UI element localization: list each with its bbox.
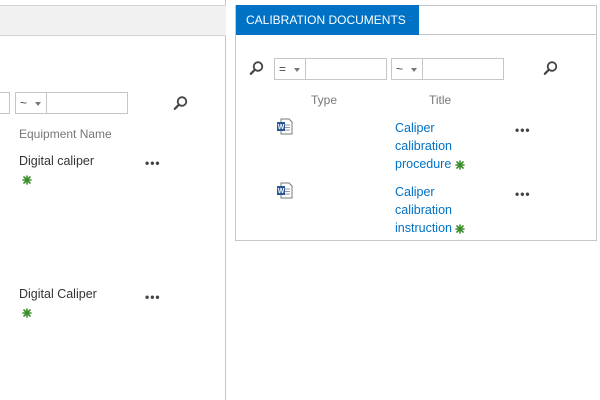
document-title-line: calibration (395, 203, 452, 217)
word-document-icon: W (277, 182, 293, 199)
document-title-line: Caliper (395, 185, 435, 199)
new-item-icon (22, 175, 32, 185)
column-header-type[interactable]: Type (311, 93, 337, 107)
column-header-title[interactable]: Title (429, 93, 451, 107)
new-item-icon (454, 159, 465, 170)
chevron-down-icon (411, 68, 417, 72)
ellipsis-icon[interactable]: ••• (515, 188, 531, 200)
filter-value-input[interactable] (422, 58, 504, 80)
filter-value-input[interactable] (305, 58, 387, 80)
equipment-item-title[interactable]: Digital caliper (19, 154, 94, 168)
svg-text:W: W (278, 124, 285, 131)
filter-operator-value: = (279, 62, 287, 76)
new-item-icon (455, 223, 466, 234)
left-webpart-header (0, 5, 226, 36)
search-icon[interactable] (543, 60, 559, 76)
filter-operator-select[interactable]: ~ (391, 58, 423, 80)
chevron-down-icon (294, 68, 300, 72)
filter-operator-value: ~ (396, 62, 404, 76)
document-title-link[interactable]: Caliper calibration instruction (395, 183, 475, 237)
document-title-link[interactable]: Caliper calibration procedure (395, 119, 475, 173)
word-document-icon: W (277, 118, 293, 135)
filter-operator-select[interactable]: ~ (15, 92, 47, 114)
tab-calibration-documents[interactable]: CALIBRATION DOCUMENTS (236, 5, 419, 35)
svg-text:W: W (278, 188, 285, 195)
document-title-line: Caliper (395, 121, 435, 135)
search-icon[interactable] (249, 60, 265, 76)
chevron-down-icon (35, 102, 41, 106)
document-title-line: instruction (395, 221, 452, 235)
search-icon[interactable] (173, 95, 189, 111)
document-title-last-line: procedure (395, 155, 475, 173)
equipment-webpart: ~ Equipment Name Digital caliper ••• Dig… (0, 0, 226, 400)
ellipsis-icon[interactable]: ••• (145, 157, 161, 169)
document-title-line: calibration (395, 139, 452, 153)
filter-text-input-left-partial[interactable] (0, 92, 10, 114)
ellipsis-icon[interactable]: ••• (145, 291, 161, 303)
document-title-last-line: instruction (395, 219, 475, 237)
document-title-line: procedure (395, 157, 452, 171)
new-item-icon (22, 308, 32, 318)
filter-value-input[interactable] (46, 92, 128, 114)
column-header-equipment-name[interactable]: Equipment Name (19, 127, 112, 141)
filter-operator-select[interactable]: = (274, 58, 306, 80)
equipment-item-title[interactable]: Digital Caliper (19, 287, 97, 301)
tab-underline (419, 34, 597, 35)
ellipsis-icon[interactable]: ••• (515, 124, 531, 136)
filter-operator-value: ~ (20, 96, 28, 110)
